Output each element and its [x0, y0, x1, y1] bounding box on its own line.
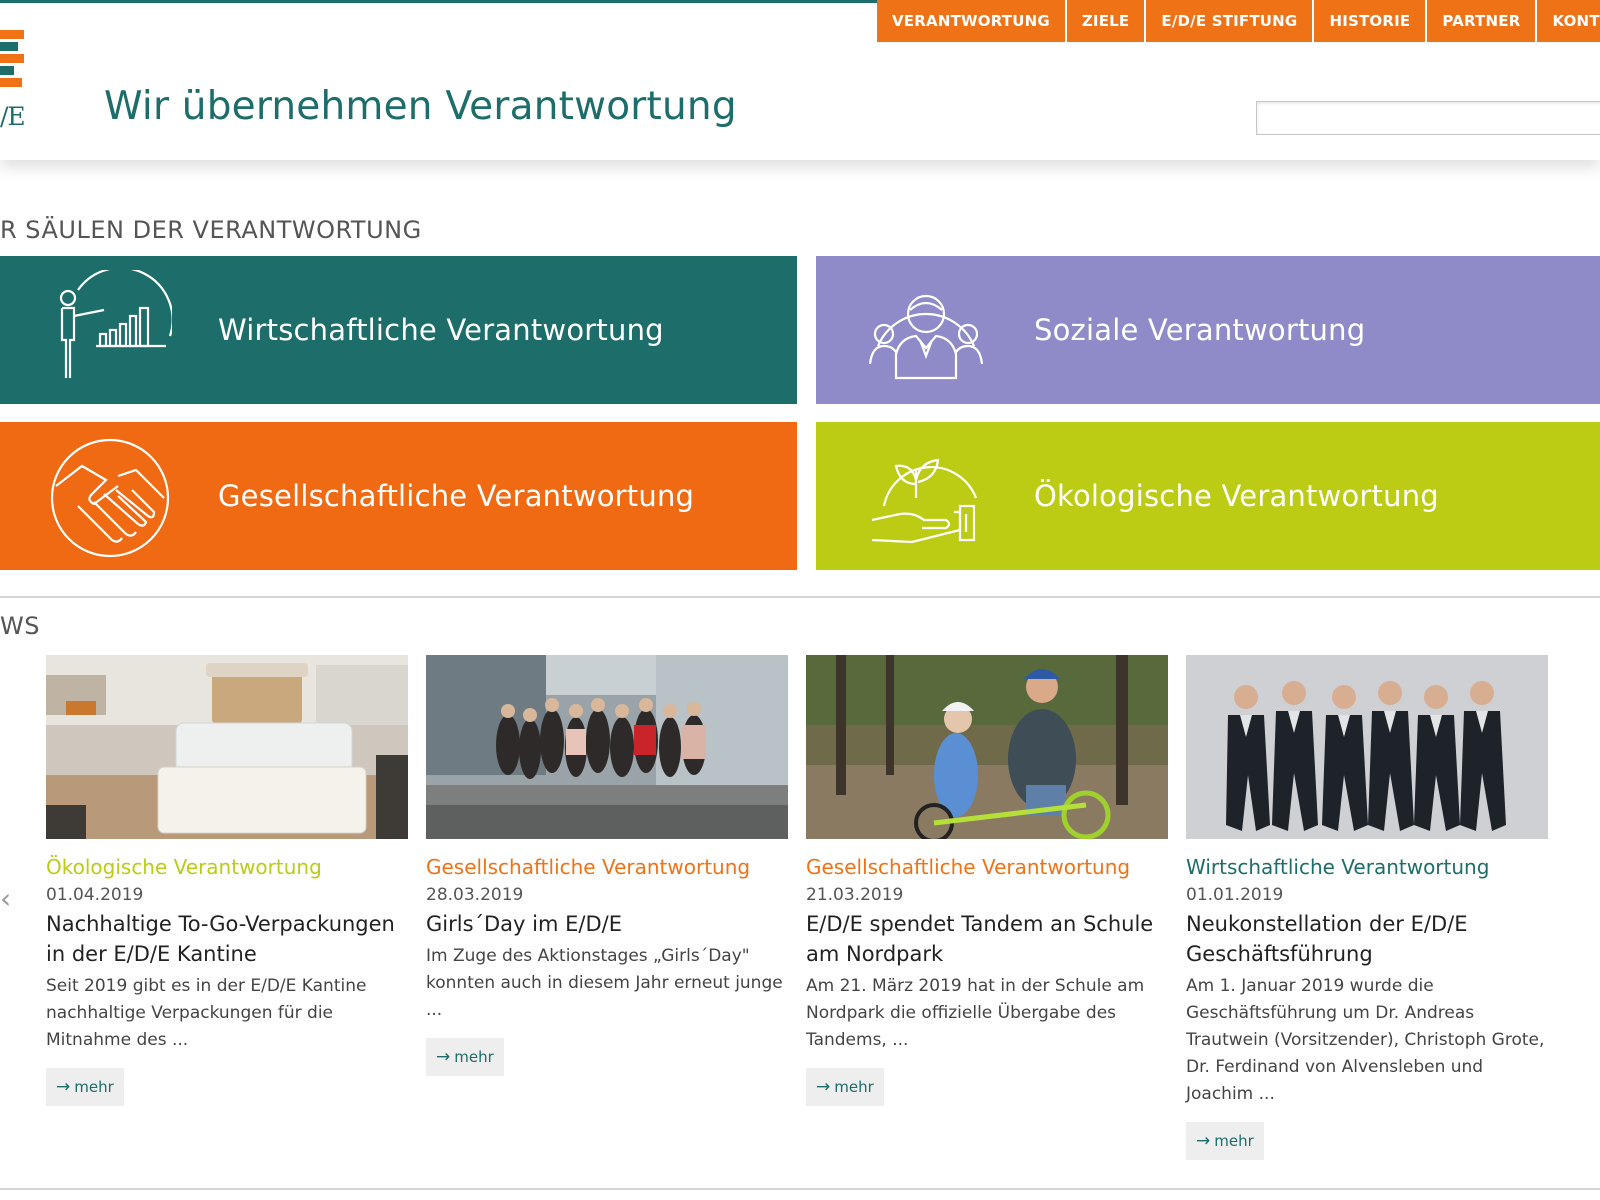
news-teaser: Am 1. Januar 2019 wurde die Geschäftsfüh… — [1186, 976, 1545, 1104]
news-category[interactable]: Ökologische Verantwortung — [46, 855, 408, 879]
group-photo[interactable] — [426, 655, 788, 839]
news-date: 21.03.2019 — [806, 885, 904, 905]
nav-item-partner[interactable]: PARTNER — [1427, 0, 1538, 42]
news-heading: WS — [0, 612, 40, 640]
tile-label: Ökologische Verantwortung — [1034, 479, 1439, 513]
news-teaser: Am 21. März 2019 hat in der Schule am No… — [806, 976, 1145, 1050]
nav-item-kontakt[interactable]: KONT — [1537, 0, 1600, 42]
news-teaser: Seit 2019 gibt es in der E/D/E Kantine n… — [46, 976, 367, 1050]
logo-text: /E — [0, 102, 26, 131]
tile-oekologische-verantwortung[interactable]: Ökologische Verantwortung — [816, 422, 1600, 570]
arrow-right-icon: → — [436, 1047, 451, 1067]
news-item: Gesellschaftliche Verantwortung 21.03.20… — [806, 655, 1168, 1106]
more-label: mehr — [834, 1078, 874, 1096]
search-input[interactable] — [1256, 101, 1600, 135]
news-category[interactable]: Wirtschaftliche Verantwortung — [1186, 855, 1548, 879]
arrow-right-icon: → — [1196, 1131, 1211, 1151]
more-button[interactable]: → mehr — [1186, 1122, 1264, 1160]
news-title[interactable]: Girls´Day im E/D/E — [426, 909, 788, 939]
tile-soziale-verantwortung[interactable]: Soziale Verantwortung — [816, 256, 1600, 404]
more-button[interactable]: → mehr — [806, 1068, 884, 1106]
nav-item-stiftung[interactable]: E/D/E STIFTUNG — [1146, 0, 1315, 42]
more-label: mehr — [1214, 1132, 1254, 1150]
news-teaser: Im Zuge des Aktionstages „Girls´Day" kon… — [426, 946, 783, 1020]
news-item: Wirtschaftliche Verantwortung 01.01.2019… — [1186, 655, 1548, 1160]
page: /E Wir übernehmen Verantwortung VERANTWO… — [0, 0, 1600, 1200]
tile-gesellschaftliche-verantwortung[interactable]: Gesellschaftliche Verantwortung — [0, 422, 797, 570]
nav-item-ziele[interactable]: ZIELE — [1066, 0, 1147, 42]
people-group-icon — [868, 294, 984, 380]
news-title[interactable]: Nachhaltige To-Go-Verpackungen in der E/… — [46, 909, 408, 969]
nav-item-historie[interactable]: HISTORIE — [1314, 0, 1428, 42]
plant-in-hand-icon — [871, 458, 978, 544]
arrow-right-icon: → — [816, 1077, 831, 1097]
main-nav: VERANTWORTUNG ZIELE E/D/E STIFTUNG HISTO… — [877, 0, 1600, 42]
news-date: 01.04.2019 — [46, 885, 144, 905]
tile-label: Soziale Verantwortung — [1034, 313, 1366, 347]
footer-divider — [0, 1188, 1600, 1190]
news-title[interactable]: E/D/E spendet Tandem an Schule am Nordpa… — [806, 909, 1168, 969]
more-label: mehr — [454, 1048, 494, 1066]
food-container-photo[interactable] — [46, 655, 408, 839]
presentation-chart-icon — [59, 270, 172, 378]
news-category[interactable]: Gesellschaftliche Verantwortung — [806, 855, 1168, 879]
news-item: Gesellschaftliche Verantwortung 28.03.20… — [426, 655, 788, 1076]
news-title[interactable]: Neukonstellation der E/D/E Geschäftsführ… — [1186, 909, 1548, 969]
management-photo[interactable] — [1186, 655, 1548, 839]
arrow-right-icon: → — [56, 1077, 71, 1097]
more-button[interactable]: → mehr — [46, 1068, 124, 1106]
pillars-heading: R SÄULEN DER VERANTWORTUNG — [0, 216, 422, 244]
tile-label: Gesellschaftliche Verantwortung — [218, 479, 695, 513]
carousel-prev-icon[interactable]: ‹ — [0, 882, 11, 915]
more-label: mehr — [74, 1078, 114, 1096]
site-header: /E Wir übernehmen Verantwortung VERANTWO… — [0, 0, 1600, 160]
tile-wirtschaftliche-verantwortung[interactable]: Wirtschaftliche Verantwortung — [0, 256, 797, 404]
tile-label: Wirtschaftliche Verantwortung — [218, 313, 664, 347]
more-button[interactable]: → mehr — [426, 1038, 504, 1076]
handshake-icon — [50, 438, 170, 558]
tandem-photo[interactable] — [806, 655, 1168, 839]
page-title: Wir übernehmen Verantwortung — [104, 84, 737, 129]
news-date: 28.03.2019 — [426, 885, 524, 905]
nav-item-verantwortung[interactable]: VERANTWORTUNG — [877, 0, 1067, 42]
section-divider — [0, 596, 1600, 598]
news-item: Ökologische Verantwortung 01.04.2019 Nac… — [46, 655, 408, 1106]
news-category[interactable]: Gesellschaftliche Verantwortung — [426, 855, 788, 879]
ede-logo[interactable]: /E — [0, 26, 28, 136]
news-date: 01.01.2019 — [1186, 885, 1284, 905]
